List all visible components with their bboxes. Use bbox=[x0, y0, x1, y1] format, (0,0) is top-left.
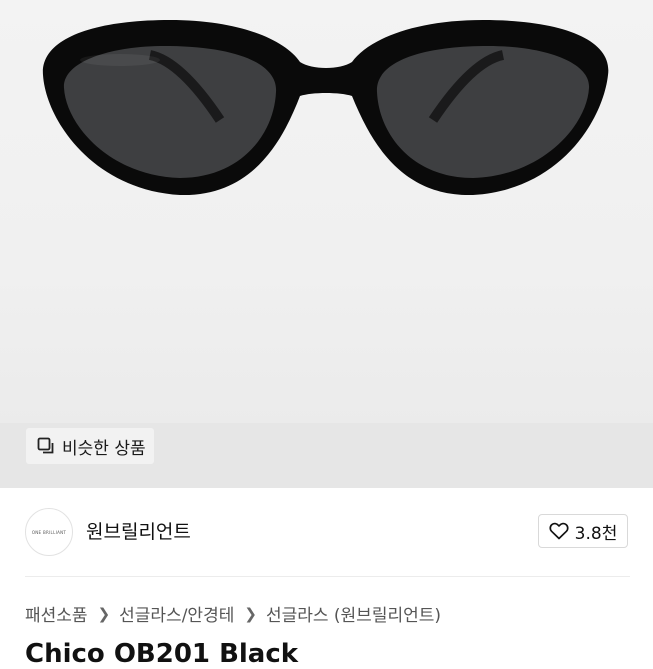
chevron-right-icon: ❯ bbox=[244, 604, 257, 623]
shop-logo-text: ONE BRILLIANT bbox=[31, 529, 67, 535]
breadcrumb: 패션소품 ❯ 선글라스/안경테 ❯ 선글라스 (원브릴리언트) bbox=[25, 601, 441, 627]
similar-products-button[interactable]: 비슷한 상품 bbox=[26, 428, 154, 464]
shop-name[interactable]: 원브릴리언트 bbox=[86, 517, 191, 544]
product-hero: 비슷한 상품 bbox=[0, 0, 653, 488]
like-count: 3.8천 bbox=[574, 523, 618, 544]
divider bbox=[25, 576, 630, 577]
product-title: Chico OB201 Black bbox=[25, 639, 299, 669]
heart-icon bbox=[549, 522, 569, 540]
shop-logo[interactable]: ONE BRILLIANT bbox=[25, 508, 73, 556]
breadcrumb-item-eyewear[interactable]: 선글라스/안경테 bbox=[119, 601, 234, 626]
breadcrumb-item-sunglasses[interactable]: 선글라스 (원브릴리언트) bbox=[266, 601, 441, 626]
sunglasses bbox=[42, 20, 609, 196]
similar-products-label: 비슷한 상품 bbox=[62, 438, 146, 459]
product-image[interactable] bbox=[0, 0, 653, 300]
copy-icon bbox=[37, 437, 54, 454]
chevron-right-icon: ❯ bbox=[97, 604, 111, 623]
breadcrumb-item-fashion[interactable]: 패션소품 bbox=[25, 601, 88, 626]
like-button[interactable]: 3.8천 bbox=[538, 514, 628, 548]
